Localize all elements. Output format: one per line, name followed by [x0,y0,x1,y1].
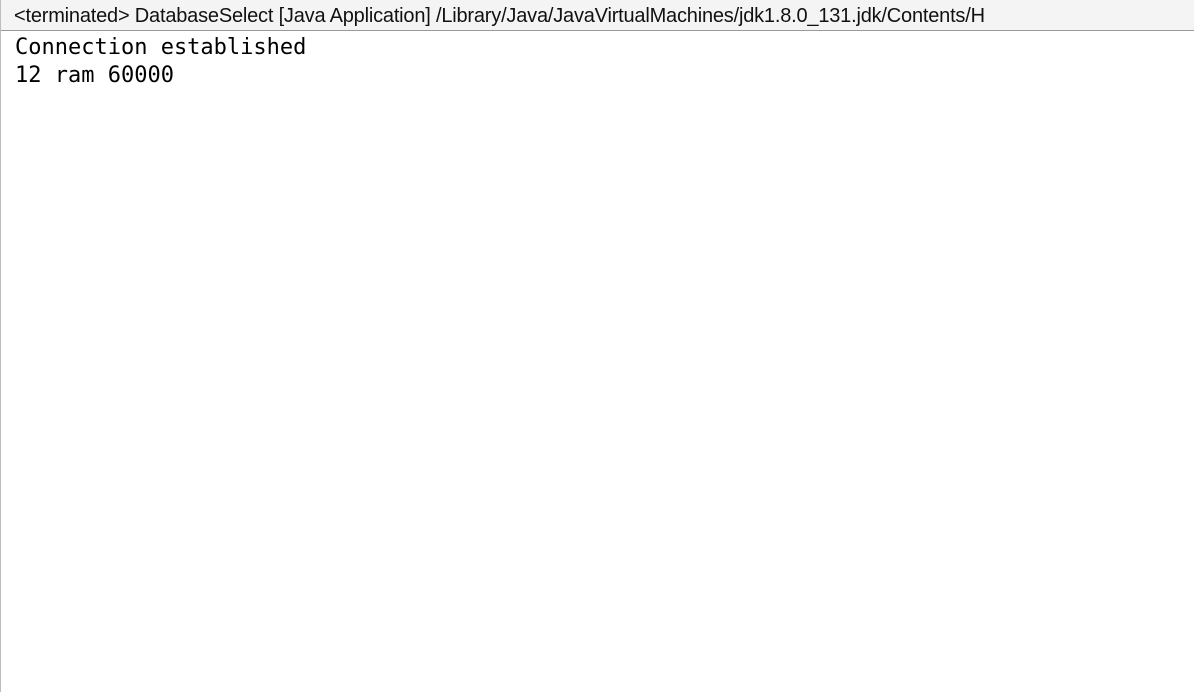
console-right-edge [1188,31,1194,692]
console-output[interactable]: Connection established 12 ram 60000 [15,34,1194,692]
console-view: <terminated> DatabaseSelect [Java Applic… [0,0,1194,692]
output-line-result: 12 ram 60000 [15,63,174,88]
console-header: <terminated> DatabaseSelect [Java Applic… [1,0,1194,31]
output-line-connection: Connection established [15,35,307,60]
console-title: <terminated> DatabaseSelect [Java Applic… [14,5,985,27]
